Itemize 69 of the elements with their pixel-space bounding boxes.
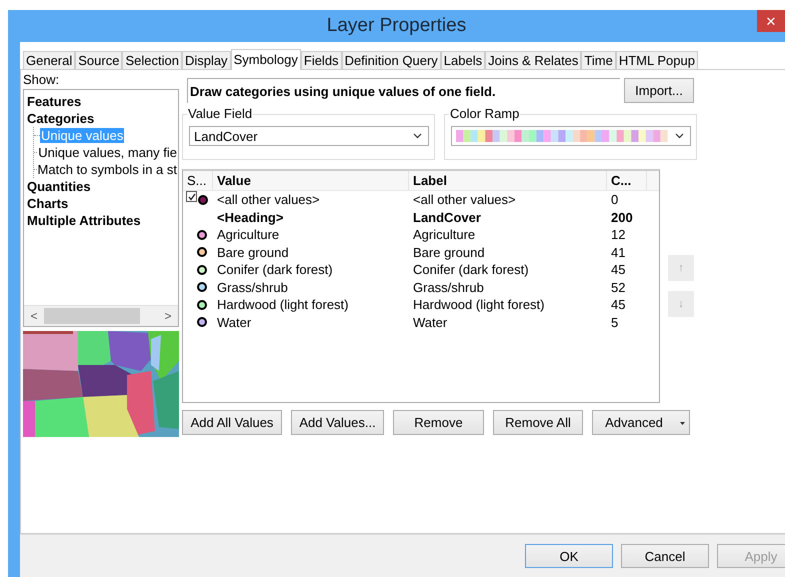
show-label: Show: — [23, 72, 60, 88]
table-cell-text: Water — [412, 314, 448, 330]
tree-item[interactable]: Charts — [27, 195, 178, 212]
table-cell-text: 52 — [610, 280, 626, 295]
table-cell-text: Agriculture — [216, 227, 280, 242]
tab[interactable]: Joins & Relates — [485, 51, 582, 69]
column-header[interactable]: Label — [409, 171, 607, 190]
chevron-down-icon — [413, 133, 422, 139]
table-cell-text: <all other values> — [412, 192, 517, 208]
table-cell-text: 0 — [610, 192, 620, 208]
tab[interactable]: Symbology — [230, 49, 301, 70]
action-button[interactable]: Remove — [393, 410, 484, 435]
dialog-button[interactable]: Cancel — [621, 544, 709, 568]
tab[interactable]: Source — [75, 51, 122, 69]
tab[interactable]: General — [23, 51, 76, 69]
column-header[interactable]: C... — [607, 171, 647, 190]
checkbox[interactable] — [186, 191, 197, 202]
action-button[interactable]: Add Values... — [291, 410, 384, 435]
table-cell-text: Bare ground — [216, 244, 290, 260]
table-cell-text: Water — [216, 314, 252, 330]
tab[interactable]: Fields — [300, 51, 342, 69]
dialog-button[interactable]: OK — [525, 544, 613, 568]
chevron-down-icon — [675, 133, 684, 139]
table-cell-text: Conifer (dark forest) — [216, 262, 334, 278]
advanced-button[interactable]: Advanced — [592, 410, 690, 435]
tree-item[interactable]: Categories — [27, 110, 178, 127]
tab[interactable]: Definition Query — [342, 51, 441, 69]
table-cell-text: Grass/shrub — [216, 280, 289, 295]
tree-item[interactable]: Unique values, many fie — [37, 145, 178, 160]
tree-item[interactable]: Features — [27, 93, 178, 110]
table-cell-text: Hardwood (light forest) — [412, 297, 546, 312]
tab[interactable]: Labels — [440, 51, 486, 69]
table-cell-text: 5 — [610, 314, 620, 330]
table-cell-text: <all other values> — [216, 192, 321, 208]
color-ramp-dropdown[interactable] — [451, 126, 691, 146]
scrollbar-thumb[interactable] — [44, 308, 140, 324]
tab[interactable]: Display — [182, 51, 231, 69]
table-cell-text: LandCover — [412, 210, 482, 225]
table-cell-text: 45 — [610, 262, 626, 278]
table-cell-text: Agriculture — [412, 227, 476, 242]
tree-item[interactable]: Multiple Attributes — [27, 212, 178, 229]
tab[interactable]: HTML Popup — [616, 51, 698, 69]
action-button[interactable]: Remove All — [493, 410, 583, 435]
table-cell-text: Bare ground — [412, 244, 486, 260]
description-text: Draw categories using unique values of one field. — [190, 84, 496, 98]
tab[interactable]: Time — [581, 51, 616, 69]
scroll-right-button[interactable]: > — [158, 306, 178, 326]
action-button[interactable]: Add All Values — [182, 410, 282, 435]
column-header[interactable]: Value — [213, 171, 409, 190]
group-label: Value Field — [187, 106, 254, 121]
table-cell-text: 41 — [610, 244, 626, 260]
tab[interactable]: Selection — [122, 51, 182, 69]
table-cell-text: 200 — [610, 210, 634, 225]
import-button[interactable]: Import... — [624, 78, 694, 103]
scroll-left-button[interactable]: < — [24, 306, 44, 326]
table-cell-text: Hardwood (light forest) — [216, 297, 350, 312]
table-cell-text: 12 — [610, 227, 626, 242]
column-header[interactable]: S... — [183, 171, 213, 190]
table-cell-text: Conifer (dark forest) — [412, 262, 530, 278]
table-cell-text: 45 — [610, 297, 626, 312]
tree-item[interactable]: Match to symbols in a st — [36, 162, 178, 177]
value-field-dropdown[interactable]: LandCover — [189, 126, 429, 146]
table-cell-text: <Heading> — [216, 210, 284, 225]
tree-item[interactable]: Quantities — [27, 178, 178, 195]
table-cell-text: Grass/shrub — [412, 280, 485, 295]
group-label: Color Ramp — [449, 106, 520, 121]
window-title: Layer Properties — [326, 15, 466, 37]
close-button[interactable]: ✕ — [757, 10, 785, 32]
caret-icon — [680, 422, 685, 425]
